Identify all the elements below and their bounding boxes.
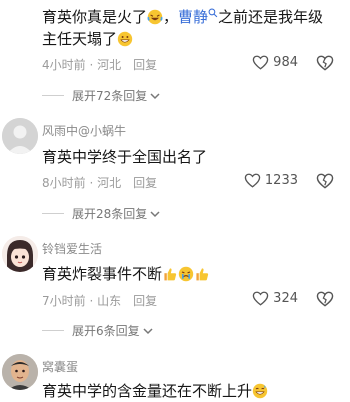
reply-button[interactable]: 回复 [133, 176, 157, 190]
laughing-tears-emoji-icon [147, 9, 163, 25]
broken-heart-icon[interactable] [316, 291, 334, 307]
like-count: 1233 [264, 173, 298, 188]
divider-line [42, 330, 64, 331]
expand-replies-button[interactable]: 展开72条回复 [42, 87, 160, 104]
heart-outline-icon [252, 291, 269, 306]
comment-meta: 4小时前 · 河北 回复 [42, 58, 158, 72]
comment-text: 育英中学的含金量还在不断上升 [42, 380, 332, 402]
like-count: 984 [273, 55, 298, 70]
reply-button[interactable]: 回复 [133, 294, 157, 308]
chevron-down-icon [150, 92, 160, 99]
sweat-smile-emoji-icon [252, 383, 268, 399]
avatar[interactable] [2, 236, 38, 272]
thumbs-up-emoji-icon [164, 268, 177, 281]
comment-text: 育英炸裂事件不断 [42, 263, 332, 285]
expand-replies-button[interactable]: 展开28条回复 [42, 205, 160, 222]
default-user-icon [2, 118, 38, 154]
expand-replies-button[interactable]: 展开6条回复 [42, 322, 153, 339]
thumbs-up-emoji-icon [196, 268, 209, 281]
avatar[interactable] [2, 118, 38, 154]
user-photo-avatar-icon [2, 354, 38, 390]
comment-meta: 7小时前 · 山东 回复 [42, 294, 158, 308]
chevron-down-icon [150, 210, 160, 217]
like-button[interactable]: 324 [252, 291, 298, 306]
username[interactable]: 窝囊蛋 [42, 358, 78, 375]
broken-heart-icon[interactable] [316, 55, 334, 71]
like-count: 324 [273, 291, 298, 306]
username[interactable]: 铃铛爱生活 [42, 240, 102, 257]
comment-text: 育英中学终于全国出名了 [42, 148, 208, 166]
like-button[interactable]: 984 [252, 55, 298, 70]
like-button[interactable]: 1233 [244, 173, 298, 188]
heart-outline-icon [244, 173, 261, 188]
anime-girl-avatar-icon [2, 236, 38, 272]
mention-link[interactable]: 曹静 [178, 8, 208, 26]
search-icon[interactable] [208, 8, 218, 18]
chevron-down-icon [143, 327, 153, 334]
broken-heart-icon[interactable] [316, 173, 334, 189]
reply-button[interactable]: 回复 [133, 58, 157, 72]
comment-meta: 8小时前 · 河北 回复 [42, 176, 158, 190]
username[interactable]: 风雨中@小蜗牛 [42, 122, 126, 139]
grinning-emoji-icon [117, 31, 133, 47]
comment-text: 育英你真是火了 ，曹静 之前还是我年级主任天塌了 [42, 8, 324, 48]
divider-line [42, 213, 64, 214]
divider-line [42, 95, 64, 96]
avatar[interactable] [2, 354, 38, 390]
crying-emoji-icon [178, 266, 194, 282]
heart-outline-icon [252, 55, 269, 70]
